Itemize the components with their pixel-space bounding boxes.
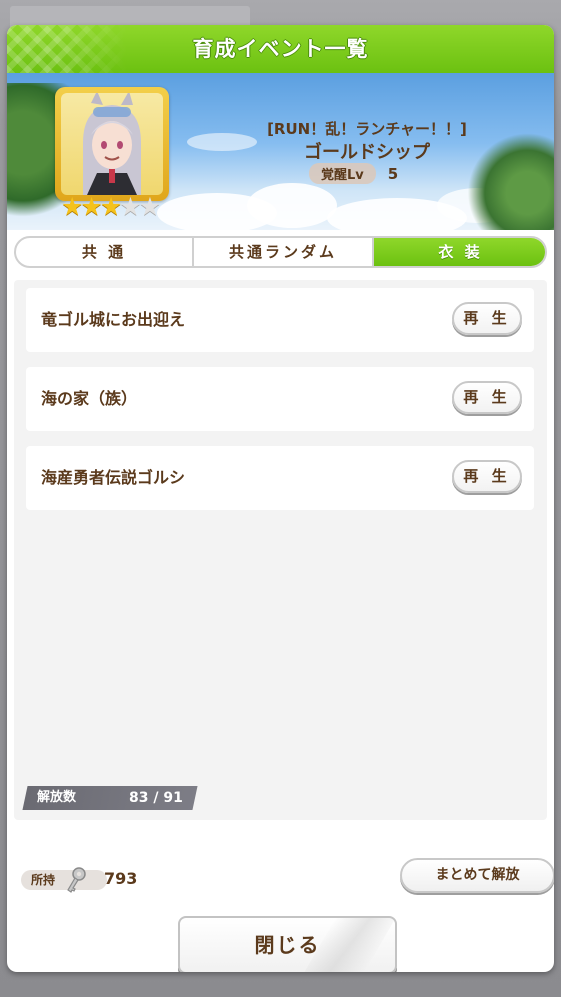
list-item: 竜ゴル城にお出迎え 再 生 <box>26 288 534 352</box>
tab-costume[interactable]: 衣 装 <box>374 238 545 266</box>
event-list-dialog: 育成イベント一覧 ★★★★★ [RUN！乱！ランチャー！！] ゴールドシップ 覚… <box>7 25 554 972</box>
dialog-title-bar: 育成イベント一覧 <box>7 25 554 73</box>
unlock-count-label: 解放数 <box>37 790 77 805</box>
event-title: 竜ゴル城にお出迎え <box>41 310 186 329</box>
event-list: 竜ゴル城にお出迎え 再 生 海の家（族） 再 生 海産勇者伝説ゴルシ 再 生 <box>14 280 547 820</box>
cloud <box>247 183 337 228</box>
awakening-level-value: 5 <box>387 164 399 183</box>
outfit-title: [RUN！乱！ランチャー！！] <box>267 120 467 138</box>
character-portrait[interactable] <box>55 87 169 201</box>
play-button[interactable]: 再 生 <box>452 381 522 414</box>
awakening-level: 覚醒Lv 5 <box>309 163 399 184</box>
event-title: 海産勇者伝説ゴルシ <box>41 468 186 487</box>
rarity-stars: ★★★★★ <box>61 192 162 221</box>
awakening-level-label: 覚醒Lv <box>309 163 376 184</box>
close-button[interactable]: 閉じる <box>178 916 397 972</box>
unlock-count-value: 83 / 91 <box>129 790 183 806</box>
event-title: 海の家（族） <box>41 389 138 408</box>
close-button-label: 閉じる <box>254 933 321 957</box>
key-icon <box>64 866 88 894</box>
play-button[interactable]: 再 生 <box>452 302 522 335</box>
character-name: ゴールドシップ <box>304 142 430 163</box>
tab-common[interactable]: 共 通 <box>16 238 194 266</box>
dialog-title: 育成イベント一覧 <box>192 37 369 61</box>
play-button[interactable]: 再 生 <box>452 460 522 493</box>
bulk-unlock-button[interactable]: まとめて解放 <box>400 858 554 893</box>
list-item: 海の家（族） 再 生 <box>26 367 534 431</box>
tab-common-random[interactable]: 共通ランダム <box>194 238 374 266</box>
portrait-image <box>61 93 163 195</box>
owned-count: 793 <box>104 869 138 888</box>
category-tabs: 共 通 共通ランダム 衣 装 <box>14 236 547 268</box>
list-item: 海産勇者伝説ゴルシ 再 生 <box>26 446 534 510</box>
unlock-count-badge: 解放数 83 / 91 <box>22 786 198 810</box>
star-empty-icon: ★ <box>138 192 162 221</box>
